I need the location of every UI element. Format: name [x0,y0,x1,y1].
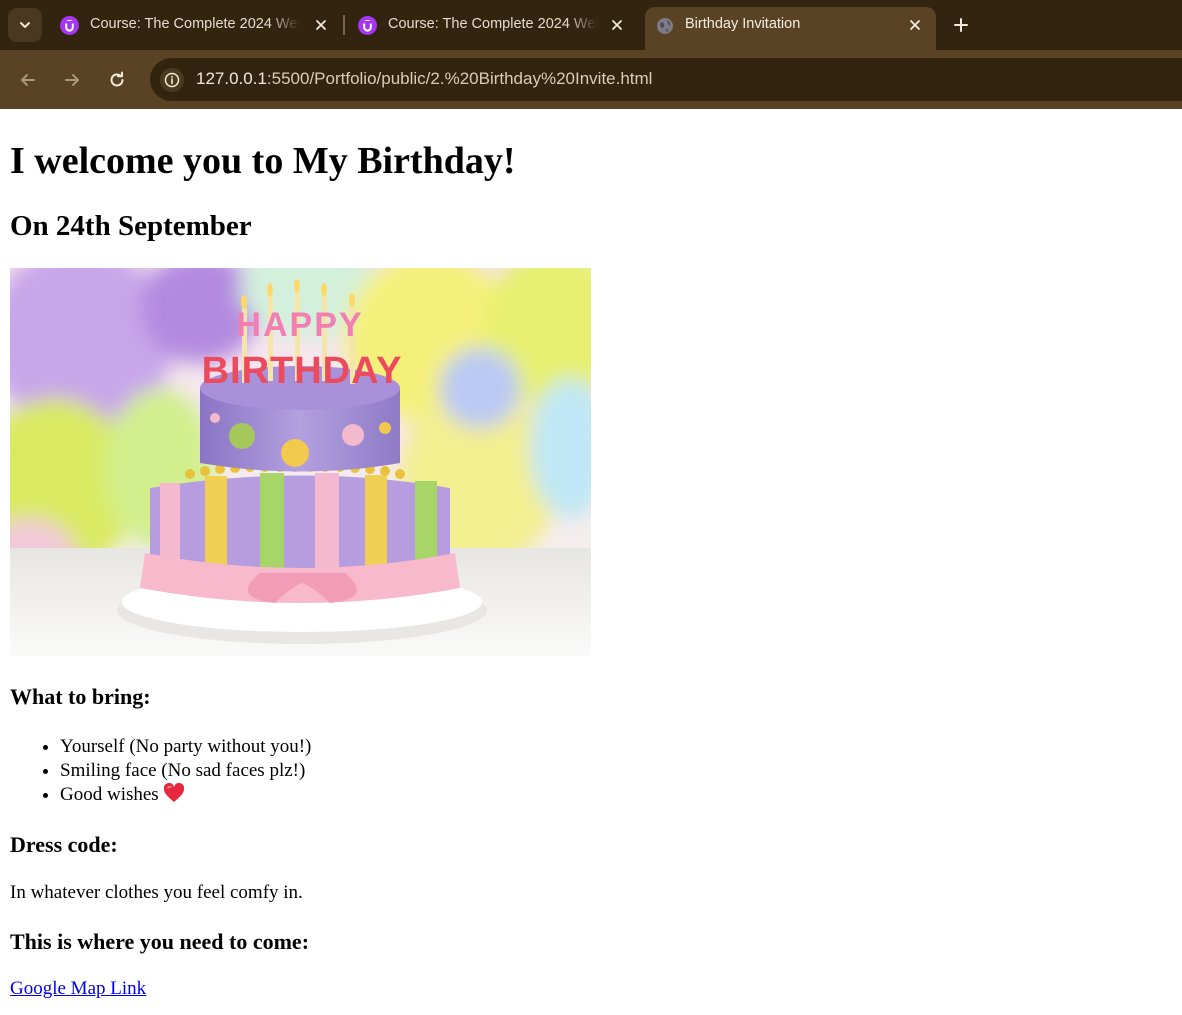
reload-button[interactable] [103,66,131,94]
globe-icon [655,16,674,35]
dress-code-text: In whatever clothes you feel comfy in. [10,882,303,903]
close-icon[interactable] [906,16,924,34]
tab-strip: Course: The Complete 2024 Web Developmen… [0,0,1182,50]
svg-text:BIRTHDAY: BIRTHDAY [202,350,403,392]
list-item: Smiling face (No sad faces plz!) [60,759,311,783]
forward-button[interactable] [58,66,86,94]
tab-search-button[interactable] [8,8,42,42]
tab-course-1[interactable]: Course: The Complete 2024 Web Developmen… [52,7,342,43]
plus-icon [954,18,968,32]
google-map-link[interactable]: Google Map Link [10,978,146,1000]
tab-birthday-invitation[interactable]: Birthday Invitation [645,7,936,50]
tab-course-2[interactable]: Course: The Complete 2024 Web Developmen… [350,7,638,43]
udemy-icon [358,16,377,35]
url-text[interactable]: 127.0.0.1:5500/Portfolio/public/2.%20Bir… [196,69,652,89]
site-info-icon[interactable] [160,68,184,92]
arrow-right-icon [65,74,79,86]
page-title: I welcome you to My Birthday! [10,140,516,182]
tab-title: Birthday Invitation [685,16,801,32]
red-heart-icon [163,782,185,810]
back-button[interactable] [14,66,42,94]
bring-list: Yourself (No party without you!) Smiling… [60,735,311,810]
browser-toolbar: 127.0.0.1:5500/Portfolio/public/2.%20Bir… [0,50,1182,109]
arrow-left-icon [21,74,35,86]
close-icon[interactable] [312,16,330,34]
url-path: :5500/Portfolio/public/2.%20Birthday%20I… [266,69,653,88]
new-tab-button[interactable] [948,12,974,38]
list-item: Yourself (No party without you!) [60,735,311,759]
location-heading: This is where you need to come: [10,929,310,954]
chevron-down-icon [20,22,30,28]
bring-heading: What to bring: [10,684,151,709]
url-host: 127.0.0.1 [196,69,267,88]
udemy-icon [60,16,79,35]
close-icon[interactable] [608,16,626,34]
tab-divider [343,15,345,35]
tab-title: Course: The Complete 2024 Web Developmen… [90,16,300,32]
birthday-cake-photo: HAPPY BIRTHDAY [10,268,591,656]
list-item: Good wishes [60,782,311,810]
event-date: On 24th September [10,210,252,242]
tab-title: Course: The Complete 2024 Web Developmen… [388,16,598,32]
web-page: I welcome you to My Birthday! On 24th Se… [0,109,1182,1015]
svg-text:HAPPY: HAPPY [236,306,363,344]
address-bar[interactable]: 127.0.0.1:5500/Portfolio/public/2.%20Bir… [150,58,1182,101]
dress-code-heading: Dress code: [10,832,118,857]
reload-icon [110,71,124,87]
